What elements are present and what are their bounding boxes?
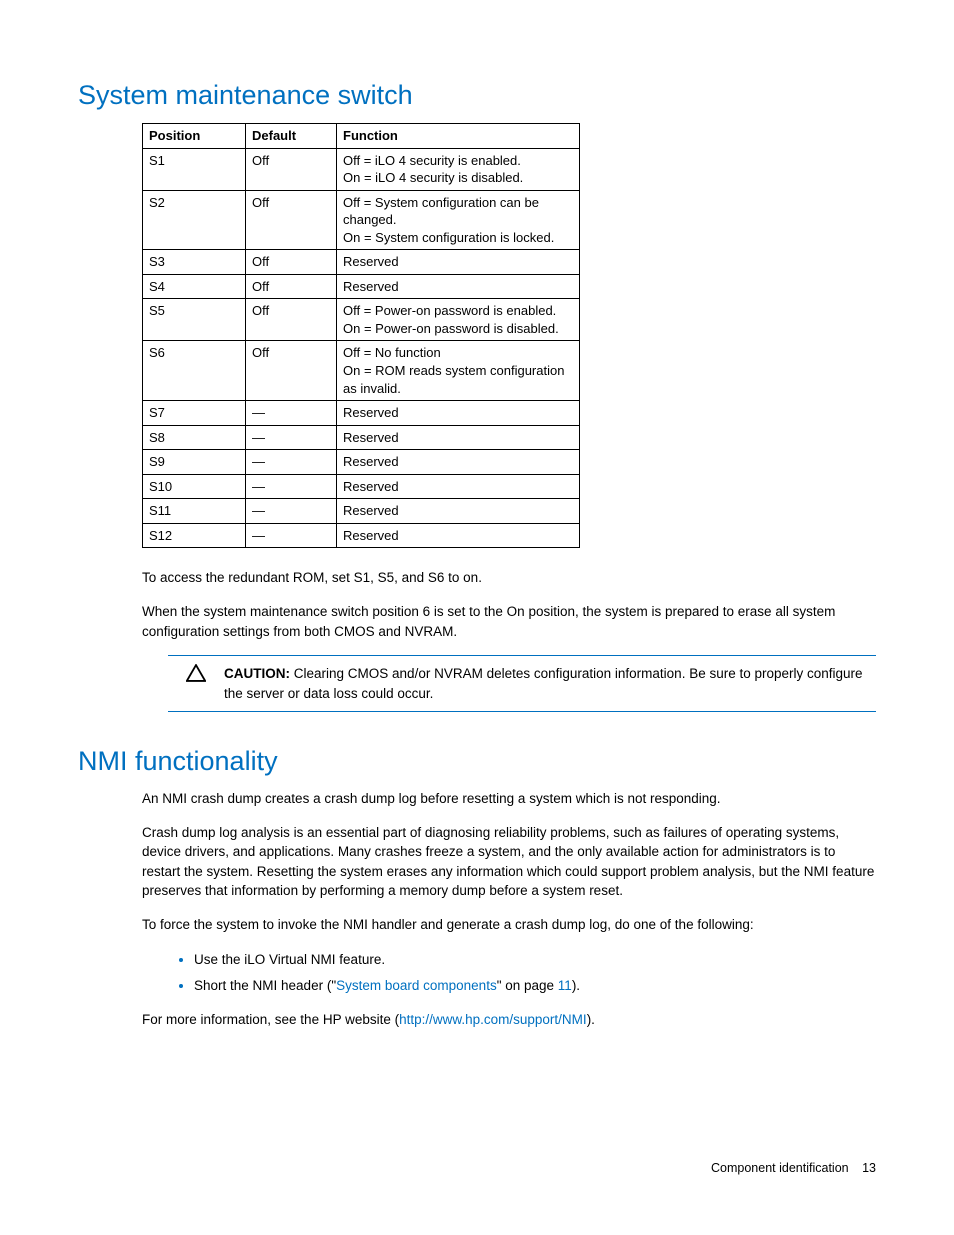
- table-header-position: Position: [143, 124, 246, 149]
- table-cell-position: S2: [143, 190, 246, 250]
- table-cell-function: Reserved: [337, 401, 580, 426]
- para-redundant-rom: To access the redundant ROM, set S1, S5,…: [142, 568, 876, 588]
- table-row: S3OffReserved: [143, 250, 580, 275]
- nmi-bullet-list: Use the iLO Virtual NMI feature. Short t…: [142, 949, 876, 996]
- caution-body: Clearing CMOS and/or NVRAM deletes confi…: [224, 666, 863, 701]
- table-cell-position: S8: [143, 425, 246, 450]
- table-cell-position: S12: [143, 523, 246, 548]
- table-cell-default: Off: [246, 299, 337, 341]
- table-header-default: Default: [246, 124, 337, 149]
- table-row: S2OffOff = System configuration can be c…: [143, 190, 580, 250]
- bullet-ilo-virtual-nmi: Use the iLO Virtual NMI feature.: [194, 952, 385, 967]
- bullet2-pre: Short the NMI header (": [194, 978, 336, 993]
- table-header-function: Function: [337, 124, 580, 149]
- table-cell-default: Off: [246, 341, 337, 401]
- table-cell-position: S9: [143, 450, 246, 475]
- table-cell-default: —: [246, 425, 337, 450]
- link-hp-support-nmi[interactable]: http://www.hp.com/support/NMI: [399, 1012, 587, 1027]
- table-cell-position: S5: [143, 299, 246, 341]
- table-cell-function: Reserved: [337, 450, 580, 475]
- table-cell-position: S3: [143, 250, 246, 275]
- table-cell-default: —: [246, 450, 337, 475]
- table-cell-function: Reserved: [337, 499, 580, 524]
- table-cell-default: Off: [246, 274, 337, 299]
- table-cell-default: Off: [246, 250, 337, 275]
- section1-content: Position Default Function S1OffOff = iLO…: [142, 123, 876, 712]
- caution-text: CAUTION: Clearing CMOS and/or NVRAM dele…: [224, 664, 876, 703]
- para-nmi2: Crash dump log analysis is an essential …: [142, 823, 876, 901]
- table-row: S11—Reserved: [143, 499, 580, 524]
- switch-table: Position Default Function S1OffOff = iLO…: [142, 123, 580, 548]
- table-row: S1OffOff = iLO 4 security is enabled.On …: [143, 148, 580, 190]
- table-row: S4OffReserved: [143, 274, 580, 299]
- para-nmi3: To force the system to invoke the NMI ha…: [142, 915, 876, 935]
- table-cell-function: Off = No functionOn = ROM reads system c…: [337, 341, 580, 401]
- caution-label: CAUTION:: [224, 666, 290, 681]
- para-nmi4: For more information, see the HP website…: [142, 1010, 876, 1030]
- heading-system-maintenance-switch: System maintenance switch: [78, 80, 876, 111]
- page-footer: Component identification 13: [711, 1161, 876, 1175]
- list-item: Short the NMI header ("System board comp…: [194, 975, 876, 996]
- table-cell-default: Off: [246, 148, 337, 190]
- table-cell-default: —: [246, 401, 337, 426]
- table-cell-function: Off = Power-on password is enabled.On = …: [337, 299, 580, 341]
- table-cell-default: —: [246, 523, 337, 548]
- caution-box: CAUTION: Clearing CMOS and/or NVRAM dele…: [168, 655, 876, 712]
- table-cell-function: Reserved: [337, 474, 580, 499]
- table-cell-position: S1: [143, 148, 246, 190]
- table-cell-function: Reserved: [337, 425, 580, 450]
- table-cell-default: —: [246, 499, 337, 524]
- table-row: S5OffOff = Power-on password is enabled.…: [143, 299, 580, 341]
- table-cell-function: Reserved: [337, 523, 580, 548]
- para4-pre: For more information, see the HP website…: [142, 1012, 399, 1027]
- link-system-board-components[interactable]: System board components: [336, 978, 497, 993]
- table-row: S10—Reserved: [143, 474, 580, 499]
- heading-nmi-functionality: NMI functionality: [78, 746, 876, 777]
- table-cell-position: S7: [143, 401, 246, 426]
- table-row: S12—Reserved: [143, 523, 580, 548]
- table-cell-function: Reserved: [337, 250, 580, 275]
- table-cell-position: S11: [143, 499, 246, 524]
- table-cell-position: S10: [143, 474, 246, 499]
- table-row: S9—Reserved: [143, 450, 580, 475]
- caution-icon: [168, 664, 224, 682]
- list-item: Use the iLO Virtual NMI feature.: [194, 949, 876, 970]
- table-cell-default: —: [246, 474, 337, 499]
- para-switch-position6: When the system maintenance switch posit…: [142, 602, 876, 641]
- para-nmi1: An NMI crash dump creates a crash dump l…: [142, 789, 876, 809]
- table-cell-function: Off = iLO 4 security is enabled.On = iLO…: [337, 148, 580, 190]
- table-cell-default: Off: [246, 190, 337, 250]
- table-row: S7—Reserved: [143, 401, 580, 426]
- switch-table-body: S1OffOff = iLO 4 security is enabled.On …: [143, 148, 580, 548]
- link-page-11[interactable]: 11: [558, 978, 572, 993]
- table-cell-function: Off = System configuration can be change…: [337, 190, 580, 250]
- table-row: S8—Reserved: [143, 425, 580, 450]
- footer-page-number: 13: [862, 1161, 876, 1175]
- footer-section: Component identification: [711, 1161, 849, 1175]
- table-cell-function: Reserved: [337, 274, 580, 299]
- para4-post: ).: [587, 1012, 595, 1027]
- table-row: S6OffOff = No functionOn = ROM reads sys…: [143, 341, 580, 401]
- bullet2-post: ).: [572, 978, 580, 993]
- table-cell-position: S4: [143, 274, 246, 299]
- bullet2-mid: " on page: [497, 978, 558, 993]
- document-page: System maintenance switch Position Defau…: [0, 0, 954, 1235]
- section2-content: An NMI crash dump creates a crash dump l…: [142, 789, 876, 1029]
- table-cell-position: S6: [143, 341, 246, 401]
